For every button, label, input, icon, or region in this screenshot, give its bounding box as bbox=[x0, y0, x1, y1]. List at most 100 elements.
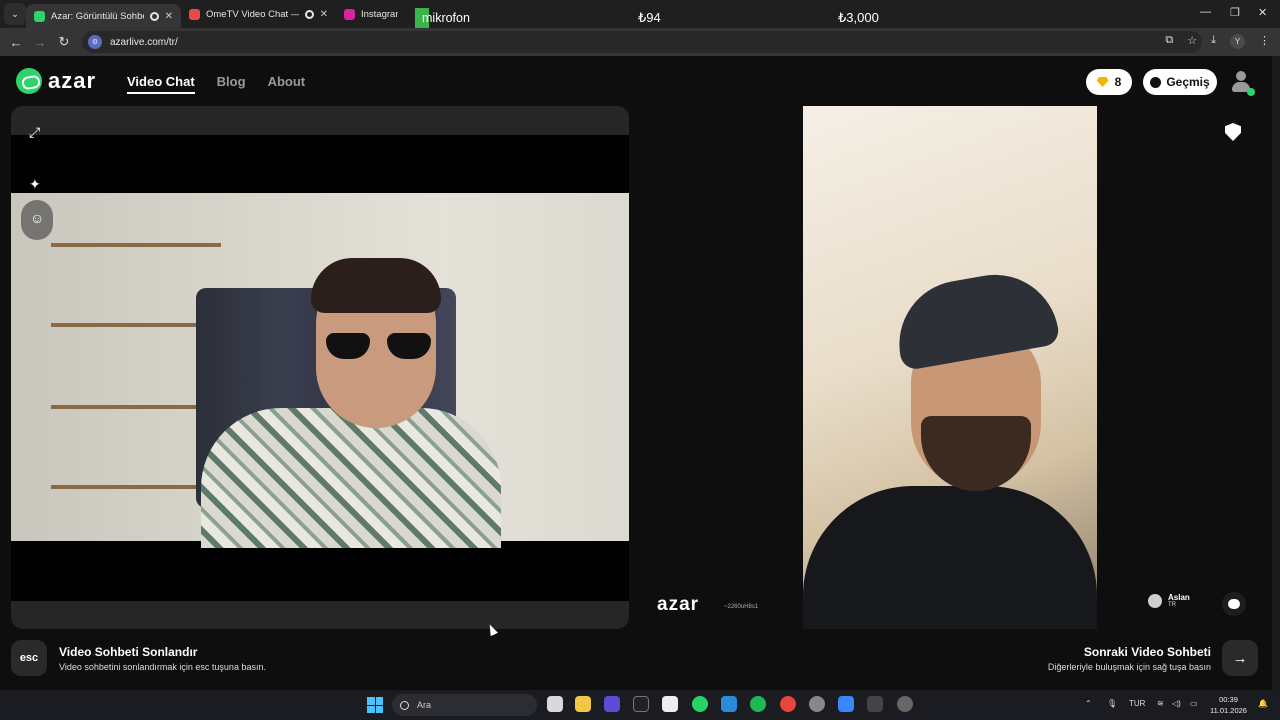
end-chat-desc: Video sohbetini sonlandırmak için esc tu… bbox=[59, 662, 266, 672]
microphone-icon[interactable]: 🎙 bbox=[1107, 699, 1117, 708]
end-chat-title: Video Sohbeti Sonlandır bbox=[59, 645, 198, 659]
tab-title: Azar: Görüntülü Sohbet & Video bbox=[51, 10, 144, 22]
windows-taskbar: Ara ⌃ 🎙 TUR ≋ ◁) ▭ 00:39 11.01.2026 🔔 bbox=[0, 690, 1280, 720]
url-text: azarlive.com/tr/ bbox=[110, 36, 178, 48]
partner-avatar bbox=[1148, 593, 1162, 608]
report-shield-icon[interactable] bbox=[1225, 123, 1241, 141]
tab-title: Instagram bbox=[361, 8, 398, 20]
taskbar-search[interactable]: Ara bbox=[392, 694, 537, 716]
obs-icon[interactable] bbox=[897, 696, 913, 712]
history-label: Geçmiş bbox=[1166, 75, 1210, 89]
tab-azar[interactable]: Azar: Görüntülü Sohbet & Video ✕ bbox=[26, 4, 181, 28]
azar-logo[interactable]: azar bbox=[16, 68, 96, 94]
tab-instagram[interactable]: Instagram bbox=[336, 0, 406, 28]
windows-start-icon[interactable] bbox=[367, 697, 383, 713]
taskbar-clock[interactable]: 00:39 11.01.2026 bbox=[1210, 694, 1247, 716]
address-bar-row: ← → ↻ ⚙ azarlive.com/tr/ ⧉ ☆ ⤓ Y ⋮ bbox=[0, 28, 1280, 56]
forward-icon[interactable]: → bbox=[28, 35, 52, 50]
restore-icon[interactable]: ❐ bbox=[1230, 6, 1240, 19]
close-tab-icon[interactable]: ✕ bbox=[165, 11, 173, 22]
menu-icon[interactable]: ⋮ bbox=[1259, 34, 1270, 49]
chatgpt-icon[interactable] bbox=[809, 696, 825, 712]
profile-avatar[interactable]: Y bbox=[1230, 34, 1245, 49]
gem-icon bbox=[1096, 77, 1109, 87]
bookmark-star-icon[interactable]: ☆ bbox=[1187, 34, 1197, 49]
my-video bbox=[11, 135, 629, 601]
back-icon[interactable]: ← bbox=[4, 35, 28, 50]
my-video-frame bbox=[11, 193, 629, 548]
app-header: azar Video Chat Blog About 8 Geçmiş bbox=[0, 56, 1280, 108]
spotify-icon[interactable] bbox=[750, 696, 766, 712]
file-explorer-icon[interactable] bbox=[575, 696, 591, 712]
tab-ometv[interactable]: OmeTV Video Chat — Omegle ✕ bbox=[181, 0, 336, 28]
chrome-icon[interactable] bbox=[780, 696, 796, 712]
history-button[interactable]: Geçmiş bbox=[1143, 69, 1217, 95]
logo-text: azar bbox=[48, 68, 97, 93]
mic-overlay-label: mikrofon bbox=[422, 11, 470, 25]
nav-video-chat[interactable]: Video Chat bbox=[127, 74, 195, 94]
azar-favicon-icon bbox=[34, 10, 45, 22]
nav-blog[interactable]: Blog bbox=[217, 74, 246, 94]
partner-video bbox=[803, 106, 1097, 629]
next-chat-button[interactable]: → bbox=[1222, 640, 1258, 676]
tab-search-button[interactable]: ⌄ bbox=[4, 3, 26, 25]
clock-date: 11.01.2026 bbox=[1210, 706, 1247, 715]
partner-country: TR bbox=[1168, 602, 1176, 608]
clock-time: 00:39 bbox=[1219, 695, 1238, 704]
site-info-icon[interactable]: ⚙ bbox=[88, 35, 102, 49]
notion-icon[interactable] bbox=[662, 696, 678, 712]
my-camera-panel: ⤢ ✦ ☺ bbox=[11, 106, 629, 629]
close-tab-icon[interactable]: ✕ bbox=[320, 9, 328, 20]
partner-info[interactable]: Aslan TR bbox=[1148, 593, 1190, 608]
shortcut-bar: esc Video Sohbeti Sonlandır Video sohbet… bbox=[0, 634, 1280, 684]
tab-title: OmeTV Video Chat — Omegle bbox=[206, 8, 299, 20]
main-nav: Video Chat Blog About bbox=[127, 74, 305, 94]
task-view-icon[interactable] bbox=[547, 696, 563, 712]
overlay-value: ₺3,000 bbox=[838, 10, 879, 25]
vscode-icon[interactable] bbox=[721, 696, 737, 712]
page-scrollbar[interactable] bbox=[1272, 56, 1280, 690]
instagram-favicon-icon bbox=[344, 8, 355, 20]
url-field[interactable]: ⚙ azarlive.com/tr/ bbox=[82, 31, 1202, 53]
close-window-icon[interactable]: ✕ bbox=[1258, 6, 1267, 19]
minimize-icon[interactable]: — bbox=[1200, 6, 1211, 18]
todo-icon[interactable] bbox=[838, 696, 854, 712]
azar-watermark: azar bbox=[657, 594, 700, 615]
azar-app: azar Video Chat Blog About 8 Geçmiş ⤢ ✦ … bbox=[0, 56, 1280, 690]
download-icon[interactable]: ⤓ bbox=[1211, 34, 1216, 49]
reload-icon[interactable]: ↻ bbox=[52, 34, 76, 50]
face-filter-icon[interactable]: ☺ bbox=[30, 210, 44, 226]
apple-tv-icon[interactable] bbox=[633, 696, 649, 712]
volume-icon[interactable]: ◁) bbox=[1172, 699, 1181, 708]
teams-icon[interactable] bbox=[604, 696, 620, 712]
end-chat-button[interactable]: esc bbox=[11, 640, 47, 676]
user-profile-icon[interactable] bbox=[1229, 70, 1255, 96]
expand-icon[interactable]: ⤢ bbox=[29, 124, 40, 141]
nav-about[interactable]: About bbox=[268, 74, 306, 94]
search-placeholder: Ara bbox=[417, 700, 432, 710]
language-indicator[interactable]: TUR bbox=[1129, 699, 1145, 708]
gem-balance-button[interactable]: 8 bbox=[1086, 69, 1132, 95]
next-chat-title: Sonraki Video Sohbeti bbox=[1083, 645, 1211, 659]
whatsapp-icon[interactable] bbox=[692, 696, 708, 712]
watermark-id: ~2260uH8s1 bbox=[724, 604, 759, 610]
partner-name: Aslan bbox=[1168, 593, 1190, 602]
next-chat-desc: Diğerleriyle buluşmak için sağ tuşa bası… bbox=[1047, 662, 1211, 672]
clock-icon bbox=[1150, 76, 1162, 88]
azar-logo-icon bbox=[16, 68, 42, 94]
ometv-favicon-icon bbox=[189, 8, 200, 20]
wifi-icon[interactable]: ≋ bbox=[1157, 699, 1164, 708]
cast-icon[interactable]: ⧉ bbox=[1165, 34, 1173, 49]
notification-bell-icon[interactable]: 🔔 bbox=[1258, 699, 1268, 708]
search-icon bbox=[400, 700, 409, 710]
recording-icon bbox=[304, 9, 314, 19]
overlay-value: ₺94 bbox=[638, 10, 661, 25]
battery-icon[interactable]: ▭ bbox=[1190, 699, 1198, 708]
recording-icon bbox=[149, 11, 159, 21]
mic-overlay: mikrofon bbox=[415, 8, 470, 28]
gem-count: 8 bbox=[1114, 75, 1122, 89]
chat-button[interactable] bbox=[1222, 592, 1246, 616]
tray-overflow-icon[interactable]: ⌃ bbox=[1085, 699, 1092, 708]
effects-sparkle-icon[interactable]: ✦ bbox=[29, 176, 41, 193]
app-icon[interactable] bbox=[867, 696, 883, 712]
